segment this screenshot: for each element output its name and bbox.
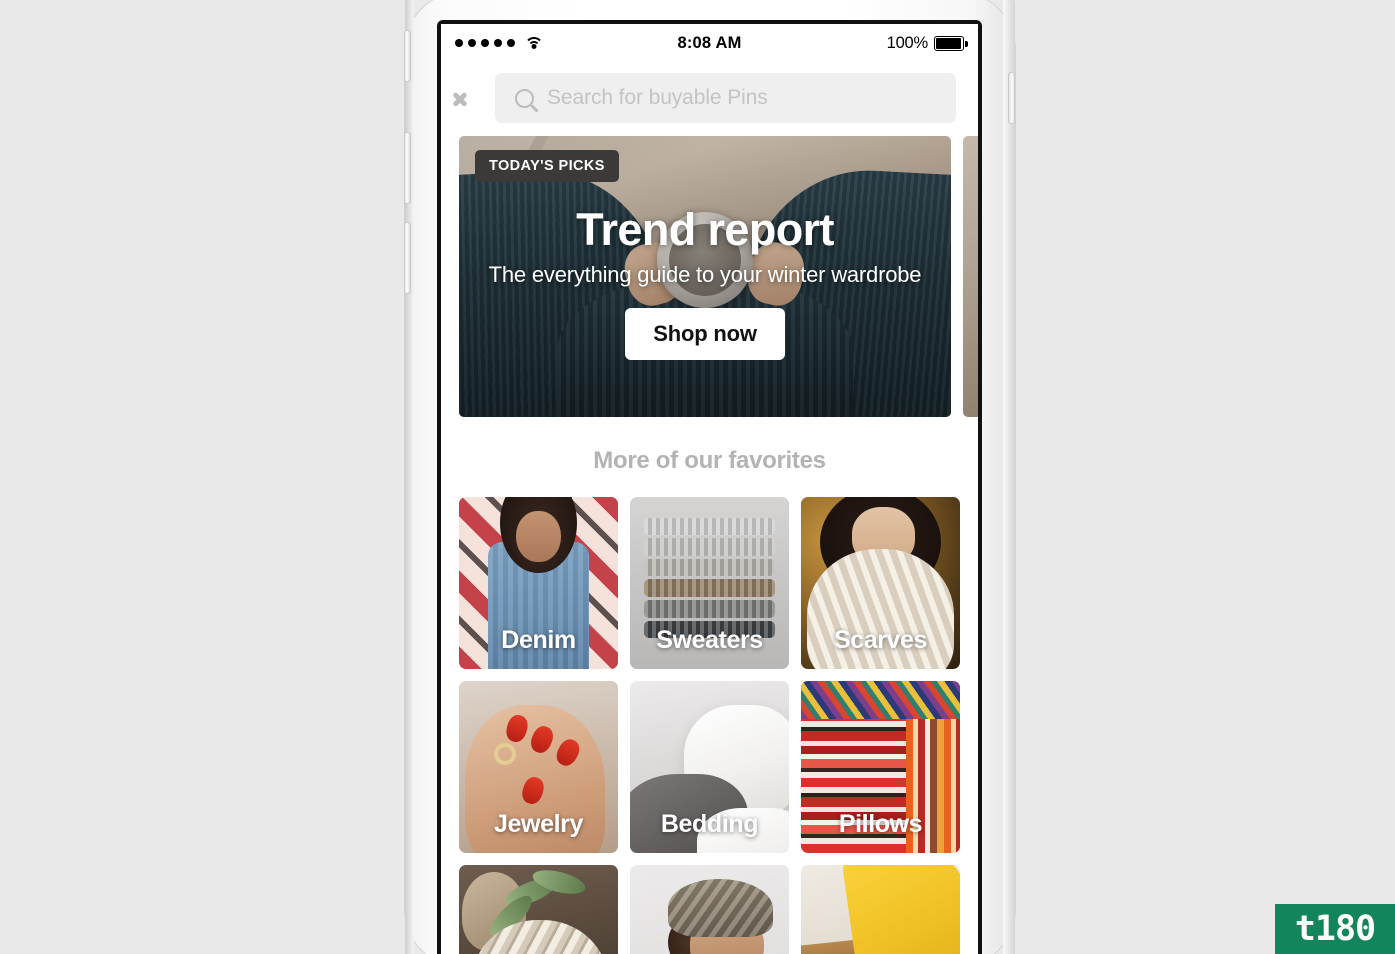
volume-up-button[interactable] — [404, 132, 411, 204]
category-tile-scarves[interactable]: Scarves — [801, 497, 960, 669]
category-tile-macrame[interactable] — [459, 865, 618, 954]
category-tile-label: Denim — [501, 626, 576, 654]
hero-card[interactable]: TODAY'S PICKS Trend report The everythin… — [459, 136, 951, 417]
macrame-image — [459, 865, 618, 954]
todays-picks-badge: TODAY'S PICKS — [475, 150, 619, 182]
mute-switch-button[interactable] — [404, 30, 411, 82]
category-tile-label: Jewelry — [494, 810, 583, 838]
category-tile-bedding[interactable]: Bedding — [630, 681, 789, 853]
category-tile-pillows[interactable]: Pillows — [801, 681, 960, 853]
category-tile-label: Sweaters — [656, 626, 763, 654]
hero-image-next — [963, 136, 978, 417]
status-bar: 8:08 AM 100% — [441, 24, 978, 62]
battery-icon — [934, 35, 968, 51]
phone-right-edge — [1003, 0, 1015, 954]
category-tile-jewelry[interactable]: Jewelry — [459, 681, 618, 853]
category-tile-label: Pillows — [838, 810, 923, 838]
status-bar-clock: 8:08 AM — [677, 33, 742, 52]
back-chevron-icon[interactable] — [455, 76, 489, 120]
hero-subtitle: The everything guide to your winter ward… — [488, 262, 922, 288]
hero-carousel[interactable]: TODAY'S PICKS Trend report The everythin… — [441, 136, 978, 417]
hero-text-block: Trend report The everything guide to you… — [459, 204, 951, 361]
search-bar: Search for buyable Pins — [441, 62, 978, 134]
search-placeholder: Search for buyable Pins — [547, 86, 768, 109]
volume-down-button[interactable] — [404, 222, 411, 294]
yellow-fabric-image — [801, 865, 960, 954]
search-input[interactable]: Search for buyable Pins — [495, 73, 956, 123]
app-screen: 8:08 AM 100% Search for buyable Pins TOD… — [441, 24, 978, 954]
power-button[interactable] — [1008, 72, 1015, 124]
phone-stage: 8:08 AM 100% Search for buyable Pins TOD… — [0, 0, 1395, 954]
content-area: TODAY'S PICKS Trend report The everythin… — [441, 134, 978, 954]
hero-card-next[interactable] — [963, 136, 978, 417]
shop-now-button[interactable]: Shop now — [625, 308, 785, 361]
category-tile-denim[interactable]: Denim — [459, 497, 618, 669]
watermark-text: t180 — [1294, 909, 1376, 949]
category-tile-yellow[interactable] — [801, 865, 960, 954]
watermark: t180 — [1275, 904, 1395, 954]
category-tile-sweaters[interactable]: Sweaters — [630, 497, 789, 669]
screen-bezel: 8:08 AM 100% Search for buyable Pins TOD… — [437, 20, 982, 954]
search-icon — [515, 88, 534, 108]
category-tile-kids[interactable] — [630, 865, 789, 954]
category-tile-label: Scarves — [833, 626, 928, 654]
category-grid: Denim Sweaters Scarves Jewelry Bedding P… — [441, 497, 978, 954]
section-heading: More of our favorites — [593, 447, 826, 474]
kids-image — [630, 865, 789, 954]
hero-title: Trend report — [576, 204, 834, 256]
category-tile-label: Bedding — [660, 810, 759, 838]
